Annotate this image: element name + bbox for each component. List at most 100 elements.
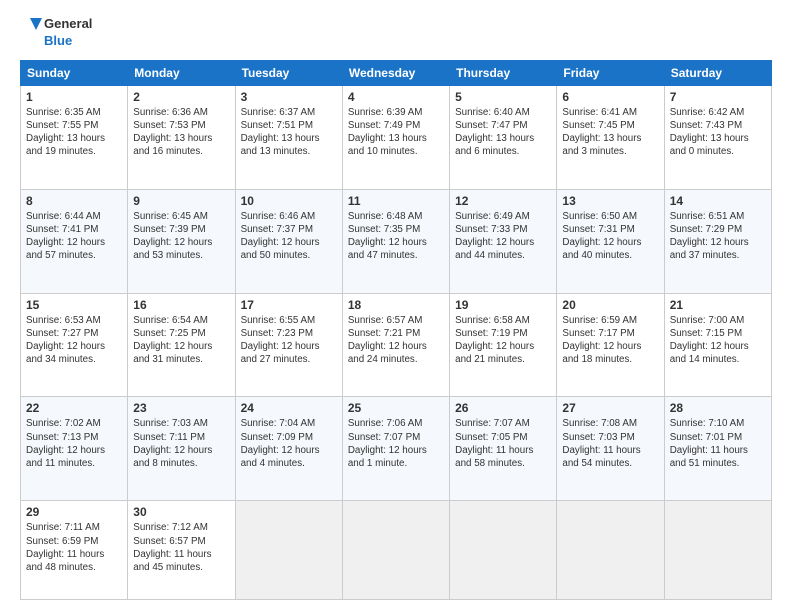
- day-info: Sunrise: 6:57 AM Sunset: 7:21 PM Dayligh…: [348, 314, 444, 367]
- calendar-cell: [557, 501, 664, 600]
- day-number: 1: [26, 90, 122, 104]
- day-info: Sunrise: 7:06 AM Sunset: 7:07 PM Dayligh…: [348, 417, 444, 470]
- calendar-cell: [235, 501, 342, 600]
- week-row-4: 22 Sunrise: 7:02 AM Sunset: 7:13 PM Dayl…: [21, 397, 772, 501]
- col-header-saturday: Saturday: [664, 60, 771, 85]
- day-number: 2: [133, 90, 229, 104]
- day-info: Sunrise: 6:40 AM Sunset: 7:47 PM Dayligh…: [455, 106, 551, 159]
- day-number: 6: [562, 90, 658, 104]
- day-number: 26: [455, 401, 551, 415]
- calendar-cell: 10 Sunrise: 6:46 AM Sunset: 7:37 PM Dayl…: [235, 189, 342, 293]
- day-number: 22: [26, 401, 122, 415]
- day-number: 3: [241, 90, 337, 104]
- day-number: 18: [348, 298, 444, 312]
- day-number: 17: [241, 298, 337, 312]
- calendar-cell: 30 Sunrise: 7:12 AM Sunset: 6:57 PM Dayl…: [128, 501, 235, 600]
- day-number: 4: [348, 90, 444, 104]
- day-number: 30: [133, 505, 229, 519]
- day-number: 5: [455, 90, 551, 104]
- calendar-cell: [450, 501, 557, 600]
- calendar-cell: 13 Sunrise: 6:50 AM Sunset: 7:31 PM Dayl…: [557, 189, 664, 293]
- day-info: Sunrise: 6:59 AM Sunset: 7:17 PM Dayligh…: [562, 314, 658, 367]
- calendar-cell: 6 Sunrise: 6:41 AM Sunset: 7:45 PM Dayli…: [557, 85, 664, 189]
- calendar-cell: 22 Sunrise: 7:02 AM Sunset: 7:13 PM Dayl…: [21, 397, 128, 501]
- day-info: Sunrise: 6:39 AM Sunset: 7:49 PM Dayligh…: [348, 106, 444, 159]
- day-info: Sunrise: 6:45 AM Sunset: 7:39 PM Dayligh…: [133, 210, 229, 263]
- calendar-cell: 29 Sunrise: 7:11 AM Sunset: 6:59 PM Dayl…: [21, 501, 128, 600]
- day-info: Sunrise: 7:10 AM Sunset: 7:01 PM Dayligh…: [670, 417, 766, 470]
- day-number: 29: [26, 505, 122, 519]
- day-number: 11: [348, 194, 444, 208]
- calendar-cell: 2 Sunrise: 6:36 AM Sunset: 7:53 PM Dayli…: [128, 85, 235, 189]
- day-info: Sunrise: 7:12 AM Sunset: 6:57 PM Dayligh…: [133, 521, 229, 574]
- calendar-cell: 12 Sunrise: 6:49 AM Sunset: 7:33 PM Dayl…: [450, 189, 557, 293]
- day-number: 15: [26, 298, 122, 312]
- day-number: 9: [133, 194, 229, 208]
- day-info: Sunrise: 6:44 AM Sunset: 7:41 PM Dayligh…: [26, 210, 122, 263]
- day-info: Sunrise: 6:51 AM Sunset: 7:29 PM Dayligh…: [670, 210, 766, 263]
- calendar-cell: 18 Sunrise: 6:57 AM Sunset: 7:21 PM Dayl…: [342, 293, 449, 397]
- day-number: 21: [670, 298, 766, 312]
- day-info: Sunrise: 6:49 AM Sunset: 7:33 PM Dayligh…: [455, 210, 551, 263]
- page: General Blue SundayMondayTuesdayWednesda…: [0, 0, 792, 612]
- week-row-1: 1 Sunrise: 6:35 AM Sunset: 7:55 PM Dayli…: [21, 85, 772, 189]
- calendar-cell: 21 Sunrise: 7:00 AM Sunset: 7:15 PM Dayl…: [664, 293, 771, 397]
- col-header-tuesday: Tuesday: [235, 60, 342, 85]
- day-number: 10: [241, 194, 337, 208]
- calendar-cell: 19 Sunrise: 6:58 AM Sunset: 7:19 PM Dayl…: [450, 293, 557, 397]
- calendar-cell: [342, 501, 449, 600]
- day-info: Sunrise: 6:37 AM Sunset: 7:51 PM Dayligh…: [241, 106, 337, 159]
- calendar-cell: 26 Sunrise: 7:07 AM Sunset: 7:05 PM Dayl…: [450, 397, 557, 501]
- day-number: 19: [455, 298, 551, 312]
- calendar-cell: 3 Sunrise: 6:37 AM Sunset: 7:51 PM Dayli…: [235, 85, 342, 189]
- calendar-cell: 5 Sunrise: 6:40 AM Sunset: 7:47 PM Dayli…: [450, 85, 557, 189]
- day-info: Sunrise: 6:50 AM Sunset: 7:31 PM Dayligh…: [562, 210, 658, 263]
- calendar-table: SundayMondayTuesdayWednesdayThursdayFrid…: [20, 60, 772, 600]
- day-number: 12: [455, 194, 551, 208]
- logo: General Blue: [20, 16, 92, 50]
- calendar-cell: 8 Sunrise: 6:44 AM Sunset: 7:41 PM Dayli…: [21, 189, 128, 293]
- week-row-2: 8 Sunrise: 6:44 AM Sunset: 7:41 PM Dayli…: [21, 189, 772, 293]
- logo-container: General Blue: [20, 16, 92, 50]
- week-row-5: 29 Sunrise: 7:11 AM Sunset: 6:59 PM Dayl…: [21, 501, 772, 600]
- day-info: Sunrise: 6:48 AM Sunset: 7:35 PM Dayligh…: [348, 210, 444, 263]
- calendar-cell: 23 Sunrise: 7:03 AM Sunset: 7:11 PM Dayl…: [128, 397, 235, 501]
- logo-icon: [20, 16, 42, 46]
- day-number: 28: [670, 401, 766, 415]
- day-number: 13: [562, 194, 658, 208]
- col-header-wednesday: Wednesday: [342, 60, 449, 85]
- day-info: Sunrise: 6:41 AM Sunset: 7:45 PM Dayligh…: [562, 106, 658, 159]
- calendar-cell: 28 Sunrise: 7:10 AM Sunset: 7:01 PM Dayl…: [664, 397, 771, 501]
- day-number: 25: [348, 401, 444, 415]
- day-info: Sunrise: 6:53 AM Sunset: 7:27 PM Dayligh…: [26, 314, 122, 367]
- calendar-cell: 20 Sunrise: 6:59 AM Sunset: 7:17 PM Dayl…: [557, 293, 664, 397]
- week-row-3: 15 Sunrise: 6:53 AM Sunset: 7:27 PM Dayl…: [21, 293, 772, 397]
- col-header-friday: Friday: [557, 60, 664, 85]
- day-info: Sunrise: 7:08 AM Sunset: 7:03 PM Dayligh…: [562, 417, 658, 470]
- day-info: Sunrise: 6:46 AM Sunset: 7:37 PM Dayligh…: [241, 210, 337, 263]
- day-info: Sunrise: 7:03 AM Sunset: 7:11 PM Dayligh…: [133, 417, 229, 470]
- day-number: 14: [670, 194, 766, 208]
- calendar-cell: 25 Sunrise: 7:06 AM Sunset: 7:07 PM Dayl…: [342, 397, 449, 501]
- day-info: Sunrise: 7:02 AM Sunset: 7:13 PM Dayligh…: [26, 417, 122, 470]
- day-info: Sunrise: 6:58 AM Sunset: 7:19 PM Dayligh…: [455, 314, 551, 367]
- day-info: Sunrise: 7:00 AM Sunset: 7:15 PM Dayligh…: [670, 314, 766, 367]
- calendar-cell: 4 Sunrise: 6:39 AM Sunset: 7:49 PM Dayli…: [342, 85, 449, 189]
- calendar-cell: 27 Sunrise: 7:08 AM Sunset: 7:03 PM Dayl…: [557, 397, 664, 501]
- day-info: Sunrise: 7:07 AM Sunset: 7:05 PM Dayligh…: [455, 417, 551, 470]
- col-header-monday: Monday: [128, 60, 235, 85]
- calendar-cell: 7 Sunrise: 6:42 AM Sunset: 7:43 PM Dayli…: [664, 85, 771, 189]
- day-number: 23: [133, 401, 229, 415]
- day-info: Sunrise: 7:04 AM Sunset: 7:09 PM Dayligh…: [241, 417, 337, 470]
- day-info: Sunrise: 6:36 AM Sunset: 7:53 PM Dayligh…: [133, 106, 229, 159]
- calendar-cell: 17 Sunrise: 6:55 AM Sunset: 7:23 PM Dayl…: [235, 293, 342, 397]
- day-info: Sunrise: 7:11 AM Sunset: 6:59 PM Dayligh…: [26, 521, 122, 574]
- day-info: Sunrise: 6:35 AM Sunset: 7:55 PM Dayligh…: [26, 106, 122, 159]
- calendar-cell: 14 Sunrise: 6:51 AM Sunset: 7:29 PM Dayl…: [664, 189, 771, 293]
- header: General Blue: [20, 16, 772, 50]
- col-header-thursday: Thursday: [450, 60, 557, 85]
- day-number: 8: [26, 194, 122, 208]
- calendar-cell: 24 Sunrise: 7:04 AM Sunset: 7:09 PM Dayl…: [235, 397, 342, 501]
- day-number: 20: [562, 298, 658, 312]
- logo-text: General Blue: [44, 16, 92, 50]
